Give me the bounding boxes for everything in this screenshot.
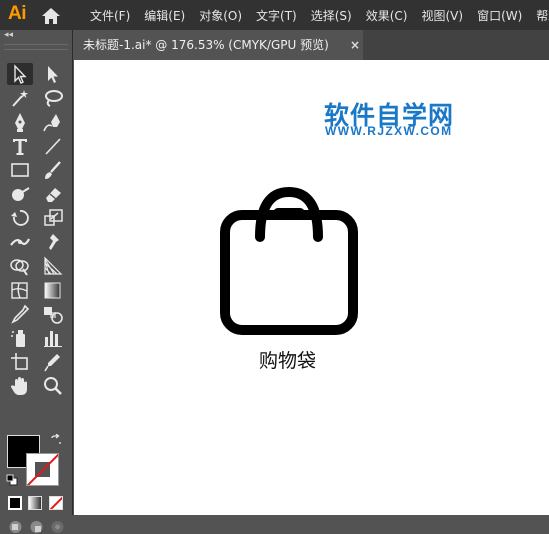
document-tab-title: 未标题-1.ai* @ 176.53% (CMYK/GPU 预览) [83,38,329,52]
menu-help[interactable]: 帮助 [536,7,549,24]
shopping-bag-icon[interactable] [220,187,358,335]
direct-selection-tool-icon[interactable] [40,63,66,85]
color-mode-button[interactable] [8,496,22,510]
type-tool-icon[interactable] [7,135,33,157]
menu-file[interactable]: 文件(F) [90,7,130,24]
swap-fill-stroke-icon[interactable] [50,434,62,446]
scale-tool-icon[interactable] [40,207,66,229]
document-tab-bar: 未标题-1.ai* @ 176.53% (CMYK/GPU 预览) × [73,30,549,60]
symbol-sprayer-tool-icon[interactable] [7,327,33,349]
gradient-tool-icon[interactable] [40,279,66,301]
gradient-mode-button[interactable] [28,496,42,510]
tools-panel: ◂◂ [0,30,73,533]
menu-bar: Ai 文件(F) 编辑(E) 对象(O) 文字(T) 选择(S) 效果(C) 视… [0,0,549,30]
width-tool-icon[interactable] [7,231,33,253]
menu-edit[interactable]: 编辑(E) [144,7,185,24]
menu-type[interactable]: 文字(T) [256,7,297,24]
menu-effect[interactable]: 效果(C) [366,7,408,24]
shape-builder-tool-icon[interactable] [7,255,33,277]
blend-tool-icon[interactable] [40,303,66,325]
panel-grip[interactable] [4,44,68,50]
artboard-tool-icon[interactable] [7,351,33,373]
default-fill-stroke-icon[interactable] [6,474,18,486]
app-logo: Ai [8,3,27,24]
menu-view[interactable]: 视图(V) [421,7,463,24]
stroke-color-swatch[interactable] [26,453,59,486]
eraser-tool-icon[interactable] [40,183,66,205]
column-graph-tool-icon[interactable] [40,327,66,349]
menu-select[interactable]: 选择(S) [311,7,352,24]
mesh-tool-icon[interactable] [7,279,33,301]
draw-behind-icon[interactable] [29,520,44,534]
menu-window[interactable]: 窗口(W) [477,7,522,24]
paintbrush-tool-icon[interactable] [40,159,66,181]
home-icon[interactable] [40,6,62,26]
magic-wand-tool-icon[interactable] [7,87,33,109]
artboard-canvas[interactable]: 软件自学网 WWW.RJZXW.COM 购物袋 [74,60,549,515]
collapse-panel-icon[interactable]: ◂◂ [4,30,13,40]
line-segment-tool-icon[interactable] [40,135,66,157]
none-mode-button[interactable] [49,496,63,510]
menu-items: 文件(F) 编辑(E) 对象(O) 文字(T) 选择(S) 效果(C) 视图(V… [90,0,549,30]
zoom-tool-icon[interactable] [40,375,66,397]
curvature-tool-icon[interactable] [40,111,66,133]
pen-tool-icon[interactable] [7,111,33,133]
watermark-url: WWW.RJZXW.COM [325,124,453,138]
eyedropper-tool-icon[interactable] [7,303,33,325]
perspective-grid-tool-icon[interactable] [40,255,66,277]
rotate-tool-icon[interactable] [7,207,33,229]
selection-tool-icon[interactable] [7,63,33,85]
tab-close-button[interactable]: × [347,30,363,60]
puppet-warp-tool-icon[interactable] [40,231,66,253]
menu-object[interactable]: 对象(O) [199,7,242,24]
slice-tool-icon[interactable] [40,351,66,373]
bag-caption: 购物袋 [259,350,317,372]
lasso-tool-icon[interactable] [40,87,66,109]
hand-tool-icon[interactable] [7,375,33,397]
shaper-tool-icon[interactable] [7,183,33,205]
document-tab[interactable]: 未标题-1.ai* @ 176.53% (CMYK/GPU 预览) × [73,30,363,60]
draw-inside-icon[interactable] [50,520,65,534]
rectangle-tool-icon[interactable] [7,159,33,181]
draw-normal-icon[interactable] [8,520,23,534]
